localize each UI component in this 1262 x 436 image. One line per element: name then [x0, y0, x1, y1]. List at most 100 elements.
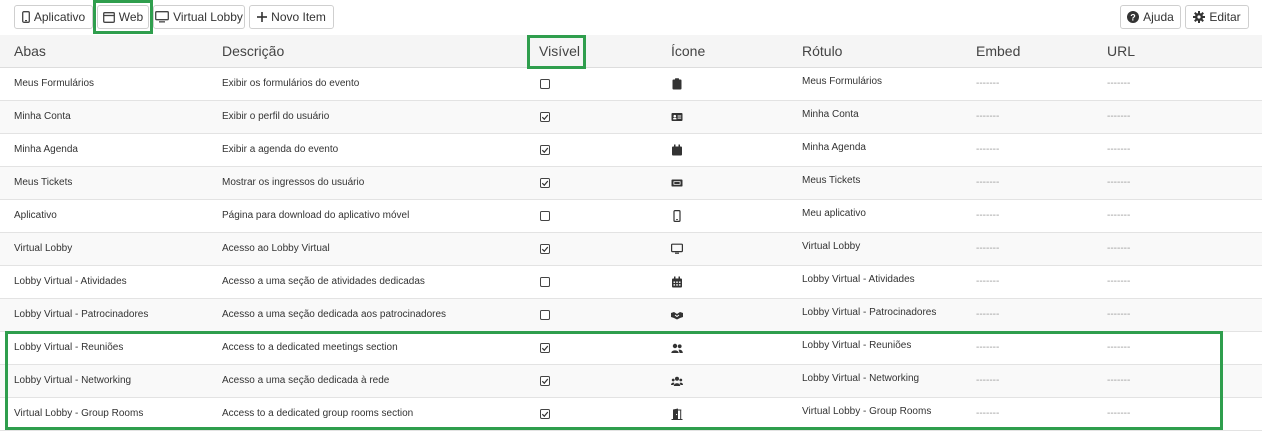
visible-checkbox[interactable]	[540, 178, 550, 188]
cell-rotulo: Lobby Virtual - Atividades	[802, 274, 915, 285]
cell-url: -------	[1107, 276, 1131, 287]
cell-aba: Minha Conta	[14, 111, 71, 122]
tab-virtual-lobby-button[interactable]: Virtual Lobby	[153, 5, 245, 29]
cell-embed: -------	[976, 375, 1000, 386]
cell-descricao: Access to a dedicated group rooms sectio…	[222, 408, 414, 419]
table-row[interactable]: Virtual Lobby - Group Rooms Access to a d…	[0, 398, 1262, 431]
tab-aplicativo-button[interactable]: Aplicativo	[14, 5, 93, 29]
table-row[interactable]: Lobby Virtual - Reuniões Access to a dedi…	[0, 332, 1262, 365]
header-descricao[interactable]: Descrição	[222, 35, 284, 68]
cell-rotulo: Lobby Virtual - Reuniões	[802, 340, 912, 351]
cell-rotulo: Meu aplicativo	[802, 208, 866, 219]
cell-rotulo: Meus Tickets	[802, 175, 861, 186]
header-abas[interactable]: Abas	[14, 35, 46, 68]
cell-descricao: Acesso a uma seção de atividades dedicad…	[222, 276, 425, 287]
cell-embed: -------	[976, 276, 1000, 287]
cell-url: -------	[1107, 177, 1131, 188]
table-row[interactable]: Aplicativo Página para download do aplica…	[0, 200, 1262, 233]
cell-rotulo: Lobby Virtual - Networking	[802, 373, 920, 384]
toolbar: Aplicativo Web Virtual Lobby Novo Item ?…	[0, 0, 1262, 34]
table-row[interactable]: Minha Conta Exibir o perfil do usuário Min…	[0, 101, 1262, 134]
cell-url: -------	[1107, 375, 1131, 386]
editar-button[interactable]: Editar	[1185, 5, 1249, 29]
cell-aba: Lobby Virtual - Atividades	[14, 276, 127, 287]
cell-url: -------	[1107, 342, 1131, 353]
desktop-icon	[155, 11, 170, 23]
visible-checkbox[interactable]	[540, 244, 550, 254]
cell-aba: Virtual Lobby - Group Rooms	[14, 408, 144, 419]
cell-aba: Aplicativo	[14, 210, 57, 221]
gear-icon	[1193, 11, 1206, 23]
help-icon: ?	[1127, 11, 1140, 23]
cell-descricao: Access to a dedicated meetings section	[222, 342, 398, 353]
cell-embed: -------	[976, 408, 1000, 419]
table-row[interactable]: Meus Tickets Mostrar os ingressos do usuá…	[0, 167, 1262, 200]
visible-checkbox[interactable]	[540, 310, 550, 320]
desktop-icon	[671, 243, 683, 254]
cell-embed: -------	[976, 177, 1000, 188]
visible-checkbox[interactable]	[540, 112, 550, 122]
tab-web-button[interactable]: Web	[97, 5, 149, 29]
cell-aba: Lobby Virtual - Networking	[14, 375, 132, 386]
calendar-grid-icon	[672, 276, 682, 288]
tab-web-label: Web	[118, 10, 144, 24]
ticket-icon	[671, 179, 683, 187]
cell-aba: Meus Tickets	[14, 177, 73, 188]
cell-descricao: Acesso a uma seção dedicada à rede	[222, 375, 390, 386]
visible-checkbox[interactable]	[540, 79, 550, 89]
cell-aba: Minha Agenda	[14, 144, 78, 155]
cell-embed: -------	[976, 342, 1000, 353]
cell-descricao: Página para download do aplicativo móvel	[222, 210, 410, 221]
cell-embed: -------	[976, 78, 1000, 89]
ajuda-button[interactable]: ? Ajuda	[1120, 5, 1181, 29]
header-rotulo[interactable]: Rótulo	[802, 35, 842, 68]
table-body: Meus Formulários Exibir os formulários do…	[0, 68, 1262, 431]
table-header: Abas Descrição Visível Ícone Rótulo Embe…	[0, 35, 1262, 68]
cell-aba: Virtual Lobby	[14, 243, 73, 254]
cell-descricao: Acesso ao Lobby Virtual	[222, 243, 330, 254]
table-row[interactable]: Lobby Virtual - Patrocinadores Acesso a u…	[0, 299, 1262, 332]
header-visivel[interactable]: Visível	[539, 35, 580, 68]
editar-label: Editar	[1209, 10, 1241, 24]
table-row[interactable]: Meus Formulários Exibir os formulários do…	[0, 68, 1262, 101]
visible-checkbox[interactable]	[540, 343, 550, 353]
cell-embed: -------	[976, 111, 1000, 122]
visible-checkbox[interactable]	[540, 145, 550, 155]
cell-url: -------	[1107, 144, 1131, 155]
cell-descricao: Exibir os formulários do evento	[222, 78, 360, 89]
users-icon	[671, 376, 683, 386]
cell-rotulo: Minha Agenda	[802, 142, 866, 153]
cell-descricao: Mostrar os ingressos do usuário	[222, 177, 365, 188]
cell-rotulo: Virtual Lobby - Group Rooms	[802, 406, 932, 417]
novo-item-label: Novo Item	[271, 10, 326, 24]
svg-text:?: ?	[1130, 12, 1136, 22]
cell-rotulo: Minha Conta	[802, 109, 859, 120]
cell-embed: -------	[976, 309, 1000, 320]
header-icone[interactable]: Ícone	[671, 35, 705, 68]
cell-aba: Lobby Virtual - Patrocinadores	[14, 309, 149, 320]
novo-item-button[interactable]: Novo Item	[249, 5, 334, 29]
cell-url: -------	[1107, 78, 1131, 89]
cell-aba: Lobby Virtual - Reuniões	[14, 342, 124, 353]
visible-checkbox[interactable]	[540, 211, 550, 221]
door-open-icon	[671, 408, 683, 420]
id-card-icon	[671, 113, 683, 121]
mobile-icon	[673, 210, 681, 222]
cell-url: -------	[1107, 243, 1131, 254]
visible-checkbox[interactable]	[540, 409, 550, 419]
cell-url: -------	[1107, 309, 1131, 320]
cell-descricao: Exibir o perfil do usuário	[222, 111, 330, 122]
header-embed[interactable]: Embed	[976, 35, 1020, 68]
cell-descricao: Exibir a agenda do evento	[222, 144, 339, 155]
table-row[interactable]: Lobby Virtual - Networking Acesso a uma s…	[0, 365, 1262, 398]
visible-checkbox[interactable]	[540, 376, 550, 386]
table-row[interactable]: Virtual Lobby Acesso ao Lobby Virtual Virt…	[0, 233, 1262, 266]
handshake-icon	[671, 312, 683, 320]
table-row[interactable]: Lobby Virtual - Atividades Acesso a uma s…	[0, 266, 1262, 299]
tab-aplicativo-label: Aplicativo	[33, 10, 86, 24]
visible-checkbox[interactable]	[540, 277, 550, 287]
table-row[interactable]: Minha Agenda Exibir a agenda do evento Min…	[0, 134, 1262, 167]
cell-rotulo: Lobby Virtual - Patrocinadores	[802, 307, 937, 318]
cell-descricao: Acesso a uma seção dedicada aos patrocin…	[222, 309, 447, 320]
header-url[interactable]: URL	[1107, 35, 1135, 68]
